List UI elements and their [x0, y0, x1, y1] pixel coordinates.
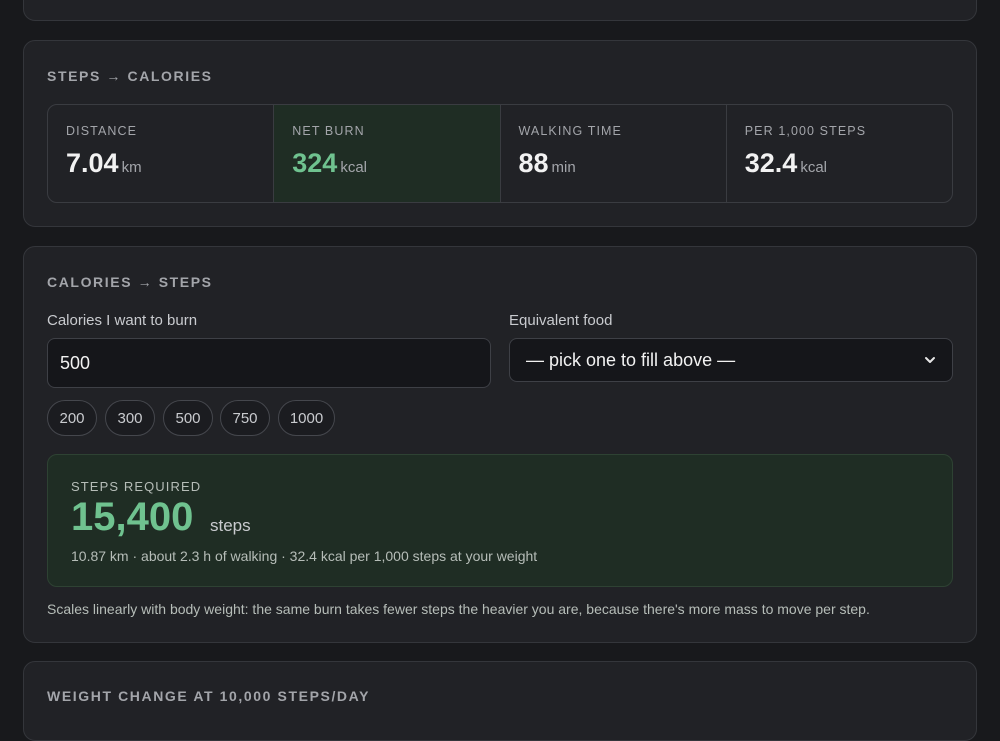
steps-to-calories-card: STEPS → CALORIES DISTANCE 7.04 km NET BU… [23, 40, 977, 227]
stat-unit: min [551, 159, 576, 176]
calories-to-steps-card: CALORIES → STEPS Calories I want to burn… [23, 246, 977, 643]
food-label: Equivalent food [509, 312, 613, 329]
section-title: CALORIES → STEPS [47, 274, 213, 290]
preset-chip-750[interactable]: 750 [220, 400, 270, 436]
stat-value: 324 [292, 148, 338, 178]
preset-chip-500[interactable]: 500 [163, 400, 213, 436]
result-value: 15,400 [71, 495, 194, 539]
result-label: STEPS REQUIRED [71, 479, 202, 494]
stat-value: 7.04 [66, 148, 119, 178]
calories-label: Calories I want to burn [47, 312, 198, 329]
stat-unit: kcal [800, 159, 827, 176]
preset-chip-300[interactable]: 300 [105, 400, 155, 436]
stat-per-1000-steps: PER 1,000 STEPS 32.4 kcal [727, 105, 952, 202]
stat-label: DISTANCE [66, 124, 138, 138]
stat-label: PER 1,000 STEPS [744, 124, 867, 138]
preset-chip-200[interactable]: 200 [47, 400, 97, 436]
stat-label: NET BURN [292, 124, 365, 138]
chevron-down-icon [925, 357, 935, 363]
stat-unit: kcal [340, 159, 367, 176]
food-select-value: — pick one to fill above — [526, 349, 736, 370]
steps-result-panel: STEPS REQUIRED 15,400 steps 10.87 km · a… [47, 454, 953, 587]
section-title: STEPS → CALORIES [47, 68, 213, 84]
food-select[interactable]: — pick one to fill above — [509, 338, 953, 382]
stat-value: 32.4 [744, 148, 798, 178]
scaling-note: Scales linearly with body weight: the sa… [47, 601, 870, 617]
stat-value: 88 [518, 148, 549, 178]
result-unit: steps [210, 516, 251, 535]
calories-input[interactable]: 500 [47, 338, 491, 388]
previous-card [23, 0, 977, 21]
preset-chip-1000[interactable]: 1000 [278, 400, 335, 436]
stat-walking-time: WALKING TIME 88 min [501, 105, 727, 202]
stats-row: DISTANCE 7.04 km NET BURN 324 kcal WALKI… [47, 104, 953, 203]
stat-distance: DISTANCE 7.04 km [48, 105, 275, 202]
stat-net-burn: NET BURN 324 kcal [274, 105, 501, 202]
section-title: WEIGHT CHANGE AT 10,000 STEPS/DAY [47, 688, 371, 704]
result-detail: 10.87 km · about 2.3 h of walking · 32.4… [71, 548, 538, 564]
calories-input-value: 500 [60, 352, 91, 373]
stat-unit: km [121, 159, 142, 176]
weight-change-card: WEIGHT CHANGE AT 10,000 STEPS/DAY [23, 661, 977, 741]
stat-label: WALKING TIME [518, 124, 622, 138]
